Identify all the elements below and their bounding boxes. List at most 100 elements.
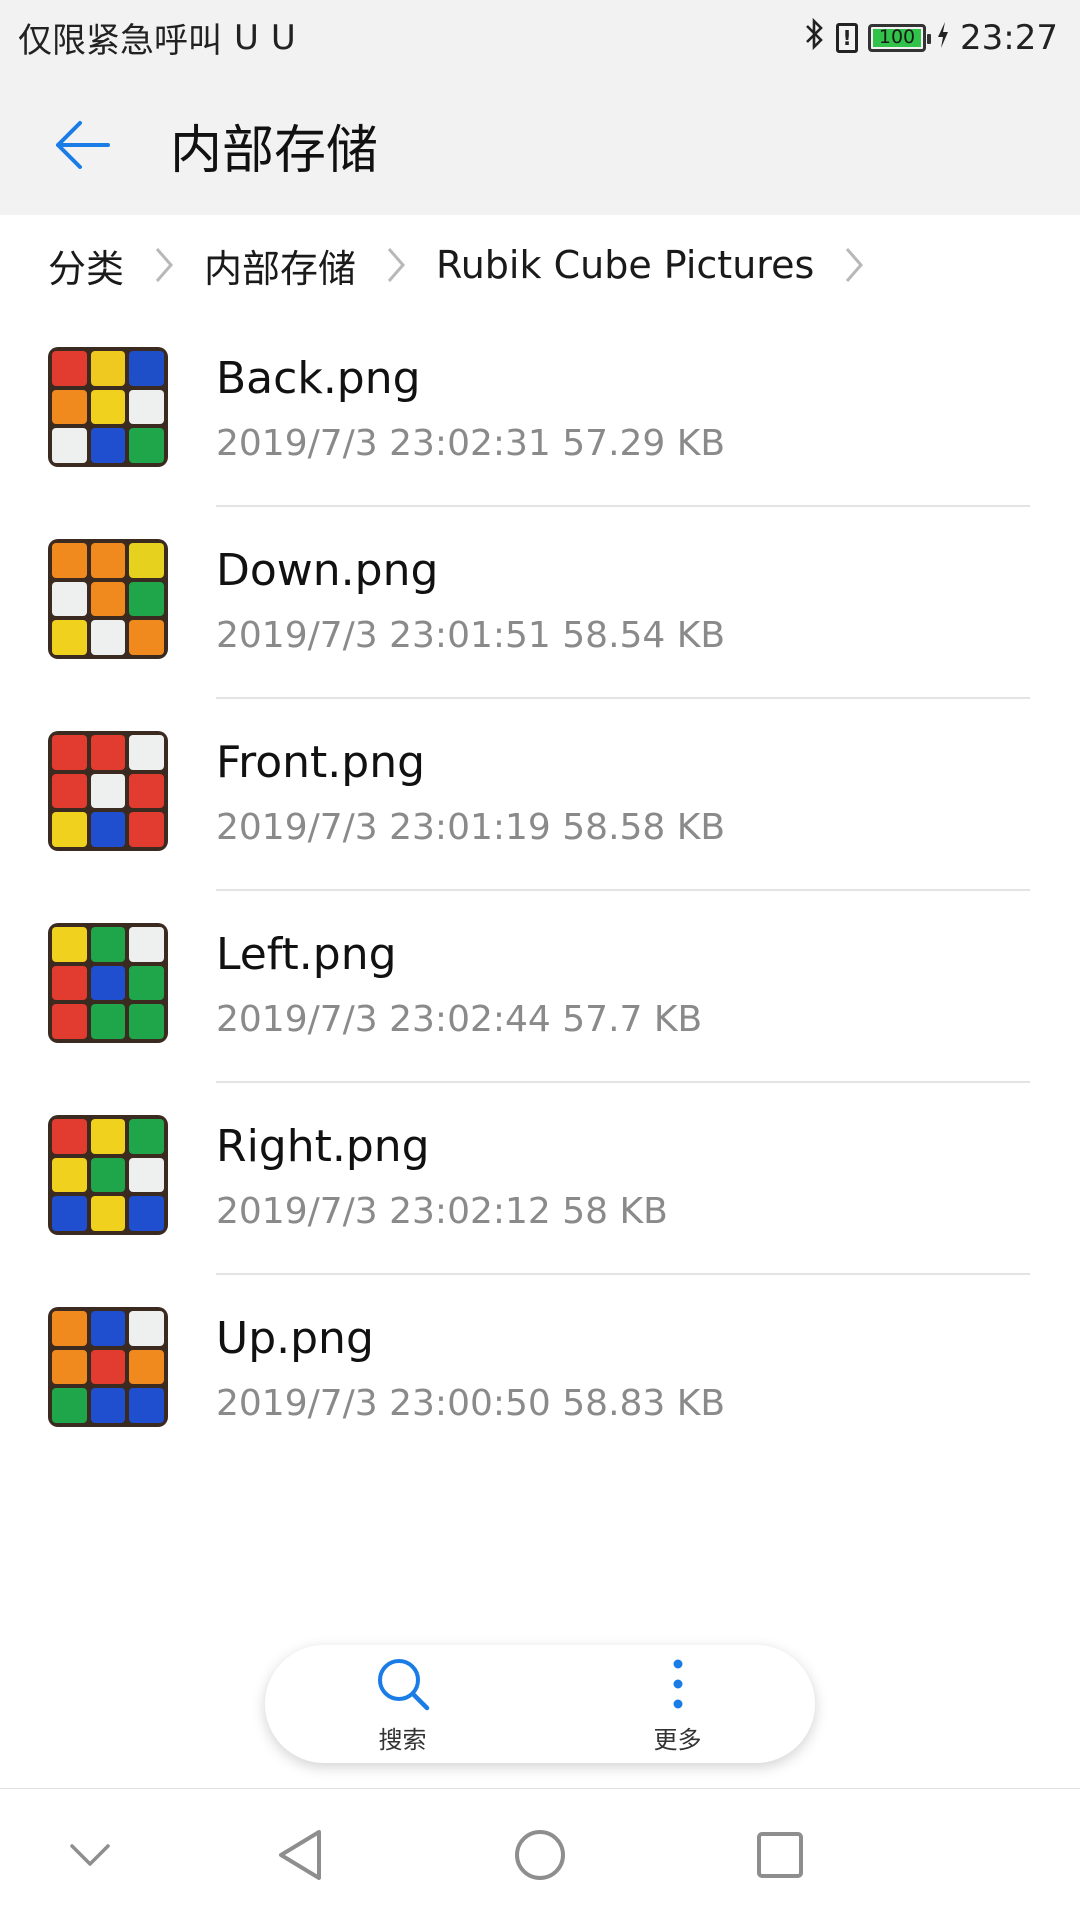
cube-sticker <box>90 1119 126 1154</box>
breadcrumb: 分类 内部存储 Rubik Cube Pictures <box>0 215 1080 315</box>
file-meta: 2019/7/3 23:01:51 58.54 KB <box>216 615 726 657</box>
cube-sticker <box>52 543 87 578</box>
cube-sticker <box>52 1119 87 1154</box>
cube-sticker <box>90 1157 126 1193</box>
file-name: Up.png <box>216 1313 374 1364</box>
cube-sticker <box>129 1157 164 1193</box>
cube-sticker <box>52 581 87 617</box>
file-thumbnail <box>48 1115 168 1235</box>
cube-sticker <box>129 965 164 1001</box>
battery-icon: 100 <box>868 23 932 52</box>
file-meta: 2019/7/3 23:02:31 57.29 KB <box>216 423 726 465</box>
file-thumbnail <box>48 731 168 851</box>
recents-square-icon <box>757 1832 803 1878</box>
carrier-text: 仅限紧急呼叫 <box>18 21 222 61</box>
bluetooth-icon <box>804 17 826 59</box>
cube-sticker <box>52 927 87 962</box>
cube-sticker <box>129 812 164 847</box>
cube-sticker <box>90 543 126 578</box>
cube-sticker <box>90 1311 126 1346</box>
file-thumbnail <box>48 923 168 1043</box>
cube-sticker <box>129 1196 164 1231</box>
cube-sticker <box>90 1196 126 1231</box>
cube-sticker <box>52 1311 87 1346</box>
cube-sticker <box>52 1349 87 1385</box>
status-bar: 仅限紧急呼叫 𝖴 𝖴 ! 100 23:27 <box>0 0 1080 75</box>
usb-icon: 𝖴 <box>270 17 296 58</box>
cube-sticker <box>129 581 164 617</box>
file-list: Back.png 2019/7/3 23:02:31 57.29 KB Down… <box>0 315 1080 1467</box>
cube-sticker <box>52 1157 87 1193</box>
cube-sticker <box>90 1004 126 1039</box>
cube-sticker <box>52 620 87 655</box>
file-thumbnail <box>48 539 168 659</box>
cube-sticker <box>129 1004 164 1039</box>
chevron-right-icon <box>386 245 406 285</box>
battery-level: 100 <box>873 28 922 47</box>
cube-sticker <box>129 620 164 655</box>
cube-sticker <box>129 351 164 386</box>
search-button[interactable]: 搜索 <box>328 1654 478 1755</box>
nav-back-button[interactable] <box>245 1789 355 1920</box>
file-name: Right.png <box>216 1121 430 1172</box>
file-name: Down.png <box>216 545 439 596</box>
cube-sticker <box>52 735 87 770</box>
cube-sticker <box>90 965 126 1001</box>
cube-sticker <box>129 927 164 962</box>
cube-sticker <box>129 735 164 770</box>
cube-sticker <box>90 581 126 617</box>
nav-home-button[interactable] <box>485 1789 595 1920</box>
cube-sticker <box>129 428 164 463</box>
cube-sticker <box>90 1349 126 1385</box>
nav-recents-button[interactable] <box>725 1789 835 1920</box>
bottom-toolbar: 搜索 更多 <box>265 1645 815 1763</box>
cube-sticker <box>90 389 126 425</box>
chevron-right-icon <box>844 245 864 285</box>
file-name: Left.png <box>216 929 397 980</box>
file-thumbnail <box>48 1307 168 1427</box>
breadcrumb-item-folder[interactable]: Rubik Cube Pictures <box>436 243 814 287</box>
cube-sticker <box>52 1388 87 1423</box>
cube-sticker <box>129 389 164 425</box>
sim-alert-icon: ! <box>836 22 859 53</box>
cube-sticker <box>90 1388 126 1423</box>
cube-sticker <box>129 543 164 578</box>
file-meta: 2019/7/3 23:01:19 58.58 KB <box>216 807 726 849</box>
cube-sticker <box>52 965 87 1001</box>
charging-icon <box>936 18 950 58</box>
status-right: ! 100 23:27 <box>804 17 1058 59</box>
cube-sticker <box>129 1349 164 1385</box>
cube-sticker <box>90 351 126 386</box>
breadcrumb-item-category[interactable]: 分类 <box>48 238 124 293</box>
nav-hide-button[interactable] <box>35 1789 145 1920</box>
cube-sticker <box>90 812 126 847</box>
cube-sticker <box>129 1119 164 1154</box>
file-thumbnail <box>48 347 168 467</box>
list-item[interactable]: Front.png 2019/7/3 23:01:19 58.58 KB <box>0 699 1080 891</box>
cube-sticker <box>90 620 126 655</box>
more-button[interactable]: 更多 <box>603 1654 753 1755</box>
list-item[interactable]: Up.png 2019/7/3 23:00:50 58.83 KB <box>0 1275 1080 1467</box>
list-item[interactable]: Back.png 2019/7/3 23:02:31 57.29 KB <box>0 315 1080 507</box>
cube-sticker <box>52 428 87 463</box>
list-item[interactable]: Left.png 2019/7/3 23:02:44 57.7 KB <box>0 891 1080 1083</box>
list-item[interactable]: Down.png 2019/7/3 23:01:51 58.54 KB <box>0 507 1080 699</box>
list-item[interactable]: Right.png 2019/7/3 23:02:12 58 KB <box>0 1083 1080 1275</box>
back-button[interactable] <box>22 75 142 215</box>
usb-icon: 𝖴 <box>234 17 259 58</box>
cube-sticker <box>52 389 87 425</box>
page-title: 内部存储 <box>170 120 379 181</box>
home-circle-icon <box>515 1830 565 1880</box>
back-triangle-icon <box>279 1830 321 1880</box>
cube-sticker <box>52 812 87 847</box>
file-meta: 2019/7/3 23:02:12 58 KB <box>216 1191 668 1233</box>
breadcrumb-item-internal-storage[interactable]: 内部存储 <box>204 238 356 293</box>
more-label: 更多 <box>653 1725 702 1754</box>
chevron-right-icon <box>154 245 174 285</box>
status-time: 23:27 <box>960 17 1058 58</box>
cube-sticker <box>129 1311 164 1346</box>
cube-sticker <box>90 428 126 463</box>
app-bar: 内部存储 <box>0 75 1080 215</box>
file-meta: 2019/7/3 23:02:44 57.7 KB <box>216 999 703 1041</box>
navigation-bar <box>0 1788 1080 1920</box>
